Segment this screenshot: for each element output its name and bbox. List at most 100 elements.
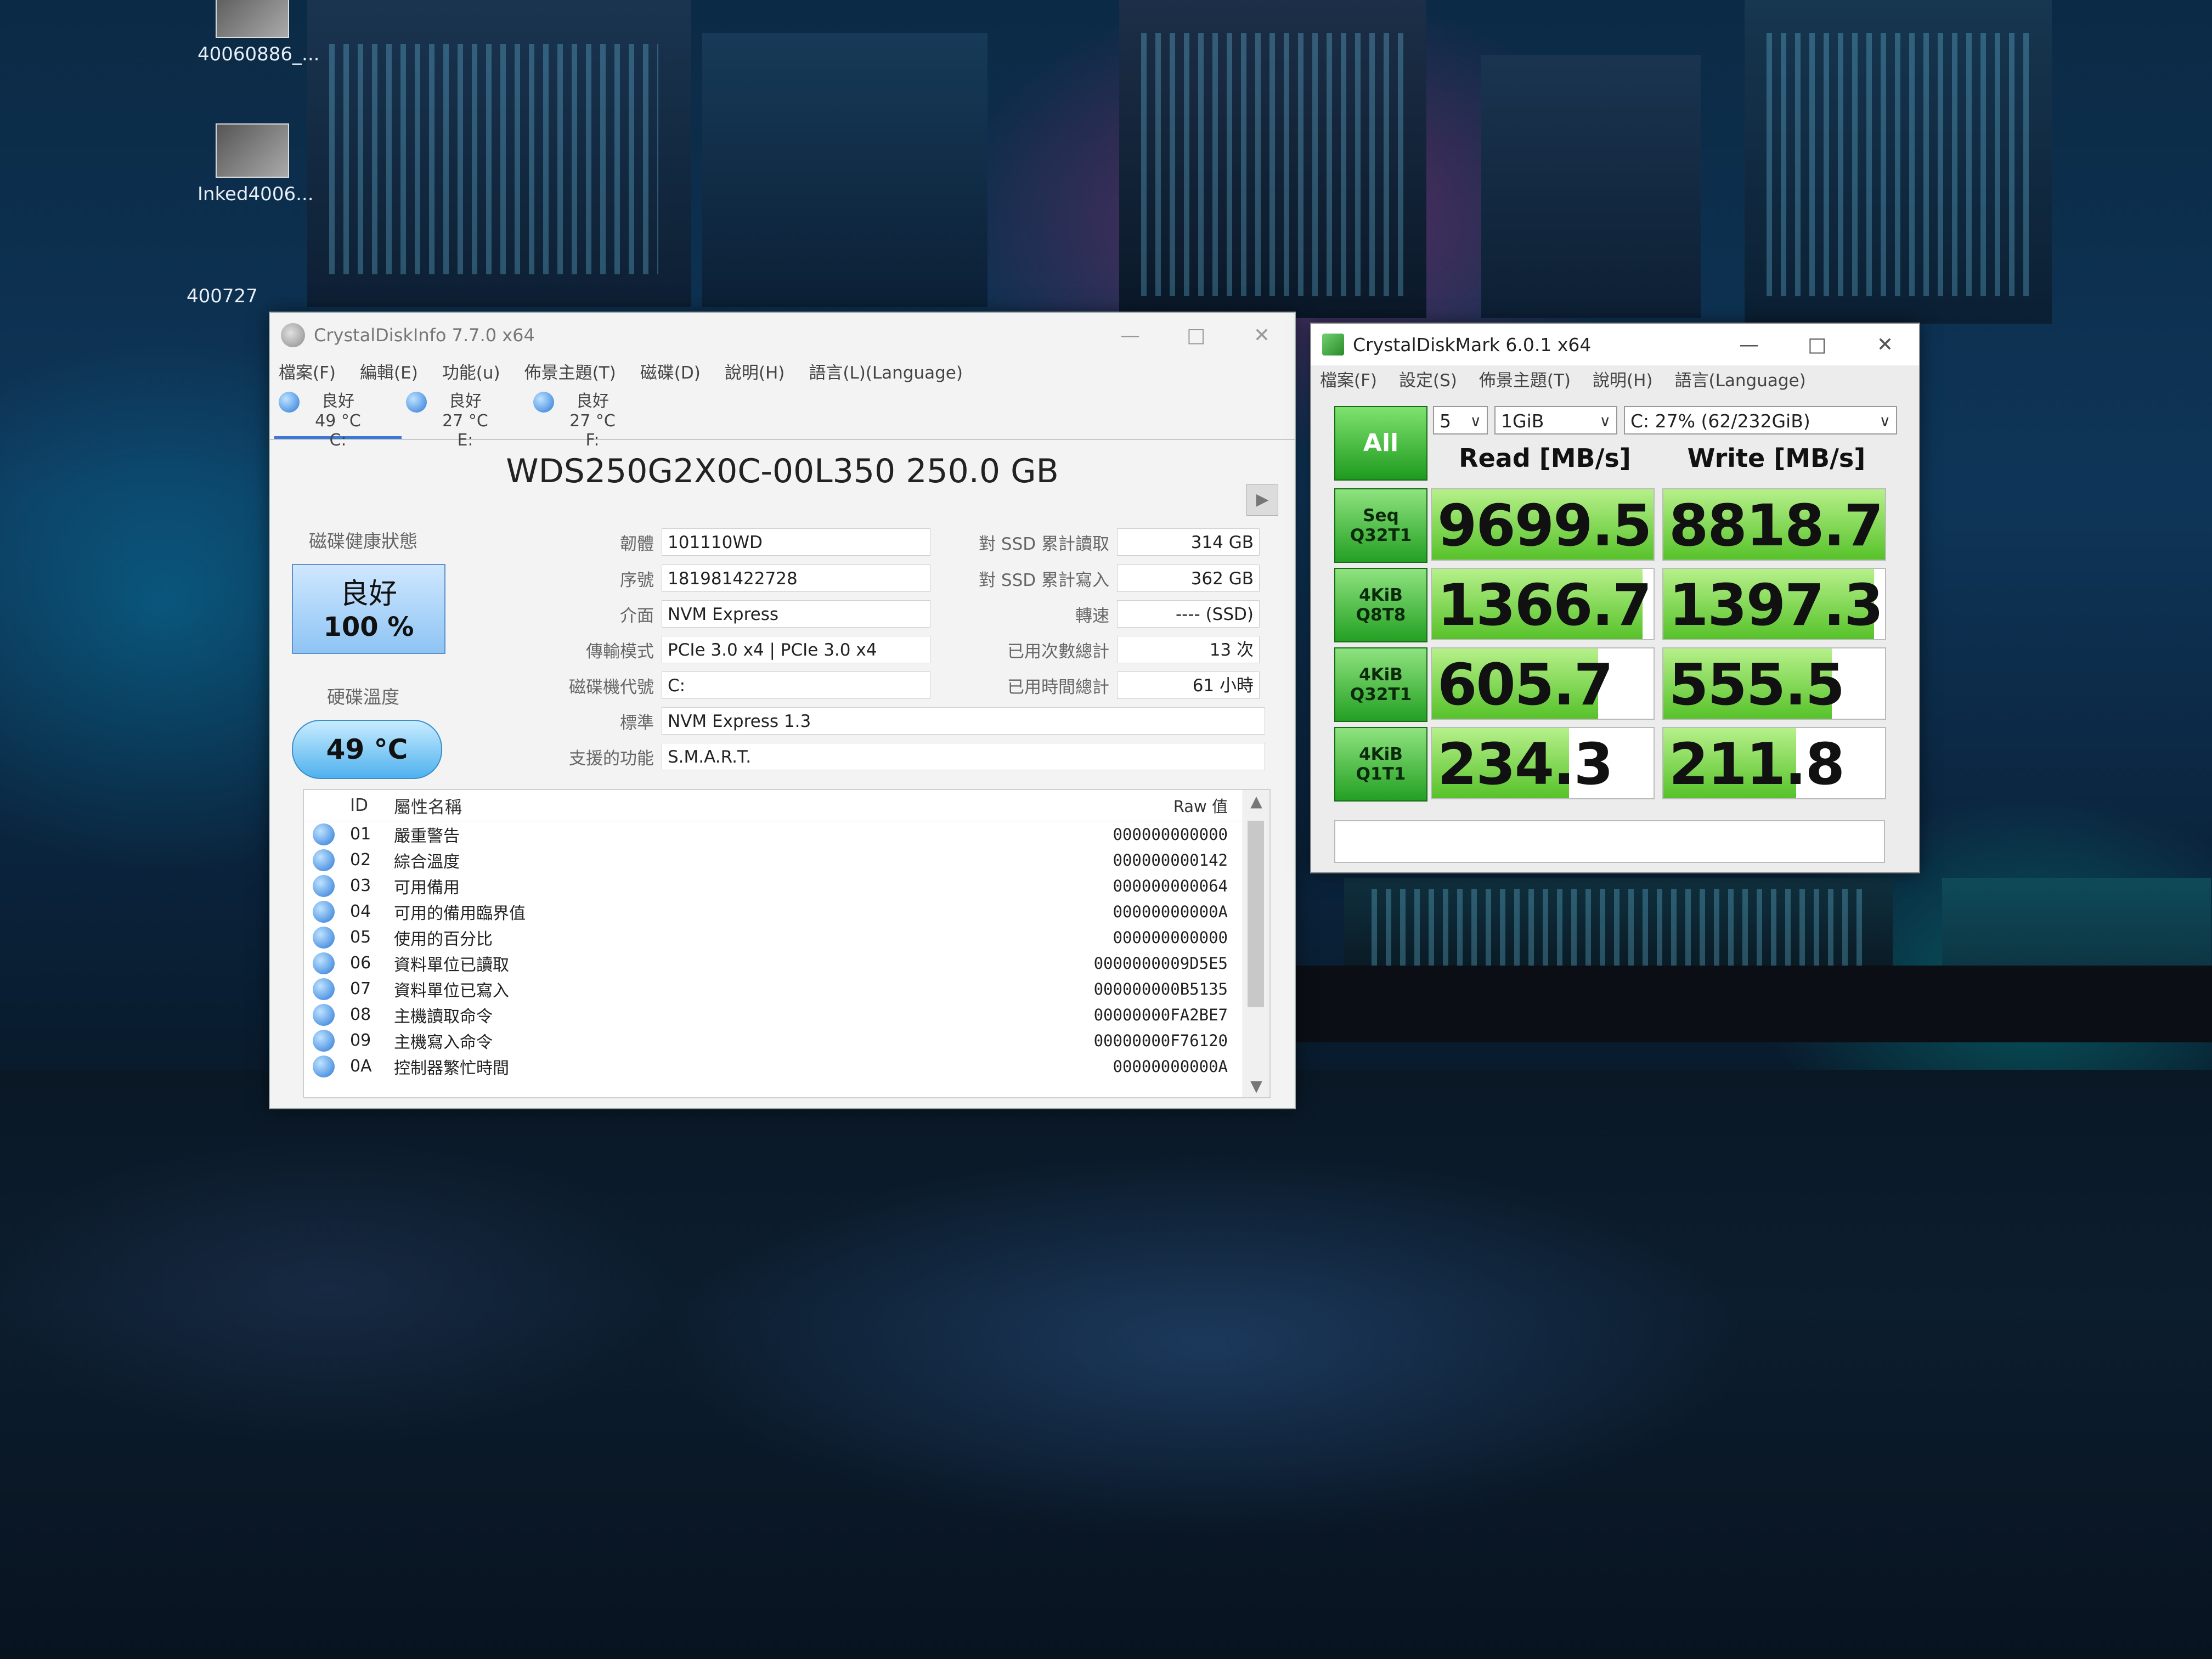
- attr-id: 05: [350, 928, 371, 947]
- menu-help[interactable]: 說明(H): [725, 359, 785, 383]
- attr-id: 03: [350, 876, 371, 895]
- desktop-file-icon[interactable]: 40060886_...: [198, 0, 319, 65]
- table-row[interactable]: 08 主機讀取命令 00000000FA2BE7: [304, 1002, 1269, 1028]
- run-all-button[interactable]: All: [1334, 406, 1427, 481]
- maximize-icon[interactable]: □: [1163, 324, 1229, 347]
- health-status-box[interactable]: 良好 100 %: [292, 564, 445, 654]
- power-hours-row: 已用時間總計 61 小時: [928, 670, 1260, 701]
- table-row[interactable]: 03 可用備用 000000000064: [304, 873, 1269, 899]
- disk-tabs: 良好 49 °C C: 良好 27 °C E: 良好 27 °C F:: [270, 384, 1295, 450]
- attr-name: 資料單位已寫入: [394, 981, 509, 1001]
- test-label-main: 4KiB: [1359, 585, 1403, 605]
- menu-edit[interactable]: 編輯(E): [360, 359, 418, 383]
- cdi-titlebar[interactable]: CrystalDiskInfo 7.7.0 x64 — □ ✕: [270, 313, 1295, 358]
- features-row: 支援的功能 S.M.A.R.T.: [435, 741, 1265, 772]
- table-row[interactable]: 05 使用的百分比 000000000000: [304, 924, 1269, 950]
- minimize-icon[interactable]: —: [1097, 324, 1163, 347]
- result-write: 211.8: [1662, 727, 1886, 799]
- column-id[interactable]: ID: [350, 795, 394, 815]
- attr-name: 資料單位已讀取: [394, 955, 509, 975]
- scrollbar-thumb[interactable]: [1248, 821, 1264, 1007]
- maximize-icon[interactable]: □: [1783, 334, 1851, 356]
- read-header: Read [MB/s]: [1459, 443, 1631, 473]
- desktop-file-label: 400727: [187, 285, 258, 307]
- menu-theme[interactable]: 佈景主題(T): [524, 359, 616, 383]
- menu-function[interactable]: 功能(u): [442, 359, 500, 383]
- firmware-row: 韌體 101110WD: [435, 527, 930, 557]
- attr-id: 06: [350, 953, 371, 973]
- attr-raw: 0000000009D5E5: [1093, 953, 1228, 973]
- attr-id: 01: [350, 825, 371, 844]
- 4k-q1t1-button[interactable]: 4KiB Q1T1: [1334, 727, 1427, 802]
- close-icon[interactable]: ✕: [1851, 334, 1919, 356]
- menu-theme[interactable]: 佈景主題(T): [1479, 366, 1571, 391]
- menu-disk[interactable]: 磁碟(D): [640, 359, 701, 383]
- test-label-main: Seq: [1363, 506, 1399, 526]
- attr-name: 主機讀取命令: [394, 1007, 493, 1026]
- transfer-mode-value: PCIe 3.0 x4 | PCIe 3.0 x4: [662, 636, 930, 663]
- temperature-label: 硬碟溫度: [327, 686, 399, 708]
- minimize-icon[interactable]: —: [1715, 334, 1783, 356]
- test-size-select[interactable]: 1GiB ∨: [1494, 406, 1617, 435]
- column-raw-value[interactable]: Raw 值: [1047, 794, 1228, 817]
- menu-language[interactable]: 語言(Language): [1675, 366, 1806, 391]
- result-value: 234.3: [1437, 731, 1613, 798]
- disk-tab-e[interactable]: 良好 27 °C E:: [402, 384, 529, 450]
- smart-attribute-table[interactable]: ID 屬性名稱 Raw 值 01 嚴重警告 000000000000 02 綜合溫度 0…: [303, 789, 1271, 1098]
- menu-settings[interactable]: 設定(S): [1399, 366, 1457, 391]
- cdi-window-title: CrystalDiskInfo 7.7.0 x64: [314, 325, 535, 346]
- table-row[interactable]: 04 可用的備用臨界值 00000000000A: [304, 899, 1269, 924]
- 4k-q8t8-button[interactable]: 4KiB Q8T8: [1334, 568, 1427, 642]
- desktop-file-icon[interactable]: Inked4006...: [198, 123, 314, 205]
- test-count-select[interactable]: 5 ∨: [1433, 406, 1488, 435]
- health-dot-icon: [533, 392, 554, 413]
- table-row[interactable]: 01 嚴重警告 000000000000: [304, 821, 1269, 847]
- city-lights: [1372, 889, 1865, 977]
- scroll-up-icon[interactable]: ▲: [1243, 792, 1269, 810]
- cdm-titlebar[interactable]: CrystalDiskMark 6.0.1 x64 — □ ✕: [1311, 324, 1919, 365]
- table-row[interactable]: 07 資料單位已寫入 000000000B5135: [304, 976, 1269, 1002]
- result-read: 234.3: [1431, 727, 1655, 799]
- cdi-menubar: 檔案(F) 編輯(E) 功能(u) 佈景主題(T) 磁碟(D) 說明(H) 語言…: [270, 358, 1295, 384]
- column-attribute-name[interactable]: 屬性名稱: [394, 793, 1047, 818]
- health-panel: 磁碟健康狀態 良好 100 % 硬碟溫度 49 °C: [292, 527, 445, 779]
- seq-q32t1-button[interactable]: Seq Q32T1: [1334, 488, 1427, 563]
- test-label-sub: Q32T1: [1350, 526, 1412, 545]
- disk-tab-f[interactable]: 良好 27 °C F:: [529, 384, 656, 450]
- table-row[interactable]: 09 主機寫入命令 00000000F76120: [304, 1028, 1269, 1053]
- menu-help[interactable]: 說明(H): [1593, 366, 1653, 391]
- close-icon[interactable]: ✕: [1229, 324, 1295, 347]
- drive-letter-label: 磁碟機代號: [569, 677, 654, 697]
- desktop-file-icon[interactable]: 400727: [187, 285, 269, 307]
- host-writes-row: 對 SSD 累計寫入 362 GB: [928, 563, 1260, 594]
- health-dot-icon: [313, 874, 335, 897]
- disk-tab-c[interactable]: 良好 49 °C C:: [274, 384, 402, 450]
- standard-value: NVM Express 1.3: [662, 707, 1265, 735]
- crystaldiskinfo-window: CrystalDiskInfo 7.7.0 x64 — □ ✕ 檔案(F) 編輯…: [269, 312, 1296, 1109]
- comment-field[interactable]: [1334, 820, 1885, 863]
- health-dot-icon: [279, 392, 300, 413]
- temperature-box[interactable]: 49 °C: [292, 720, 442, 779]
- health-label: 磁碟健康狀態: [309, 531, 417, 552]
- next-disk-icon[interactable]: ▶: [1246, 484, 1278, 516]
- disk-model-title: WDS250G2X0C-00L350 250.0 GB: [506, 452, 1059, 490]
- result-write: 8818.7: [1662, 488, 1886, 561]
- table-scrollbar[interactable]: ▲ ▼: [1243, 790, 1269, 1097]
- table-row[interactable]: 02 綜合溫度 000000000142: [304, 847, 1269, 873]
- chevron-down-icon: ∨: [1470, 412, 1482, 430]
- target-drive-select[interactable]: C: 27% (62/232GiB) ∨: [1624, 406, 1897, 435]
- menu-language[interactable]: 語言(L)(Language): [809, 359, 963, 383]
- result-value: 555.5: [1669, 651, 1845, 718]
- menu-file[interactable]: 檔案(F): [279, 359, 336, 383]
- health-dot-icon: [313, 952, 335, 974]
- menu-file[interactable]: 檔案(F): [1320, 366, 1377, 391]
- rotation-value: ---- (SSD): [1117, 600, 1260, 628]
- health-status: 良好: [340, 578, 397, 611]
- temperature-value: 49 °C: [326, 733, 408, 765]
- attr-id: 0A: [350, 1057, 372, 1076]
- 4k-q32t1-button[interactable]: 4KiB Q32T1: [1334, 647, 1427, 722]
- host-reads-label: 對 SSD 累計讀取: [979, 534, 1109, 554]
- table-row[interactable]: 0A 控制器繁忙時間 00000000000A: [304, 1053, 1269, 1079]
- scroll-down-icon[interactable]: ▼: [1243, 1077, 1269, 1095]
- table-row[interactable]: 06 資料單位已讀取 0000000009D5E5: [304, 950, 1269, 976]
